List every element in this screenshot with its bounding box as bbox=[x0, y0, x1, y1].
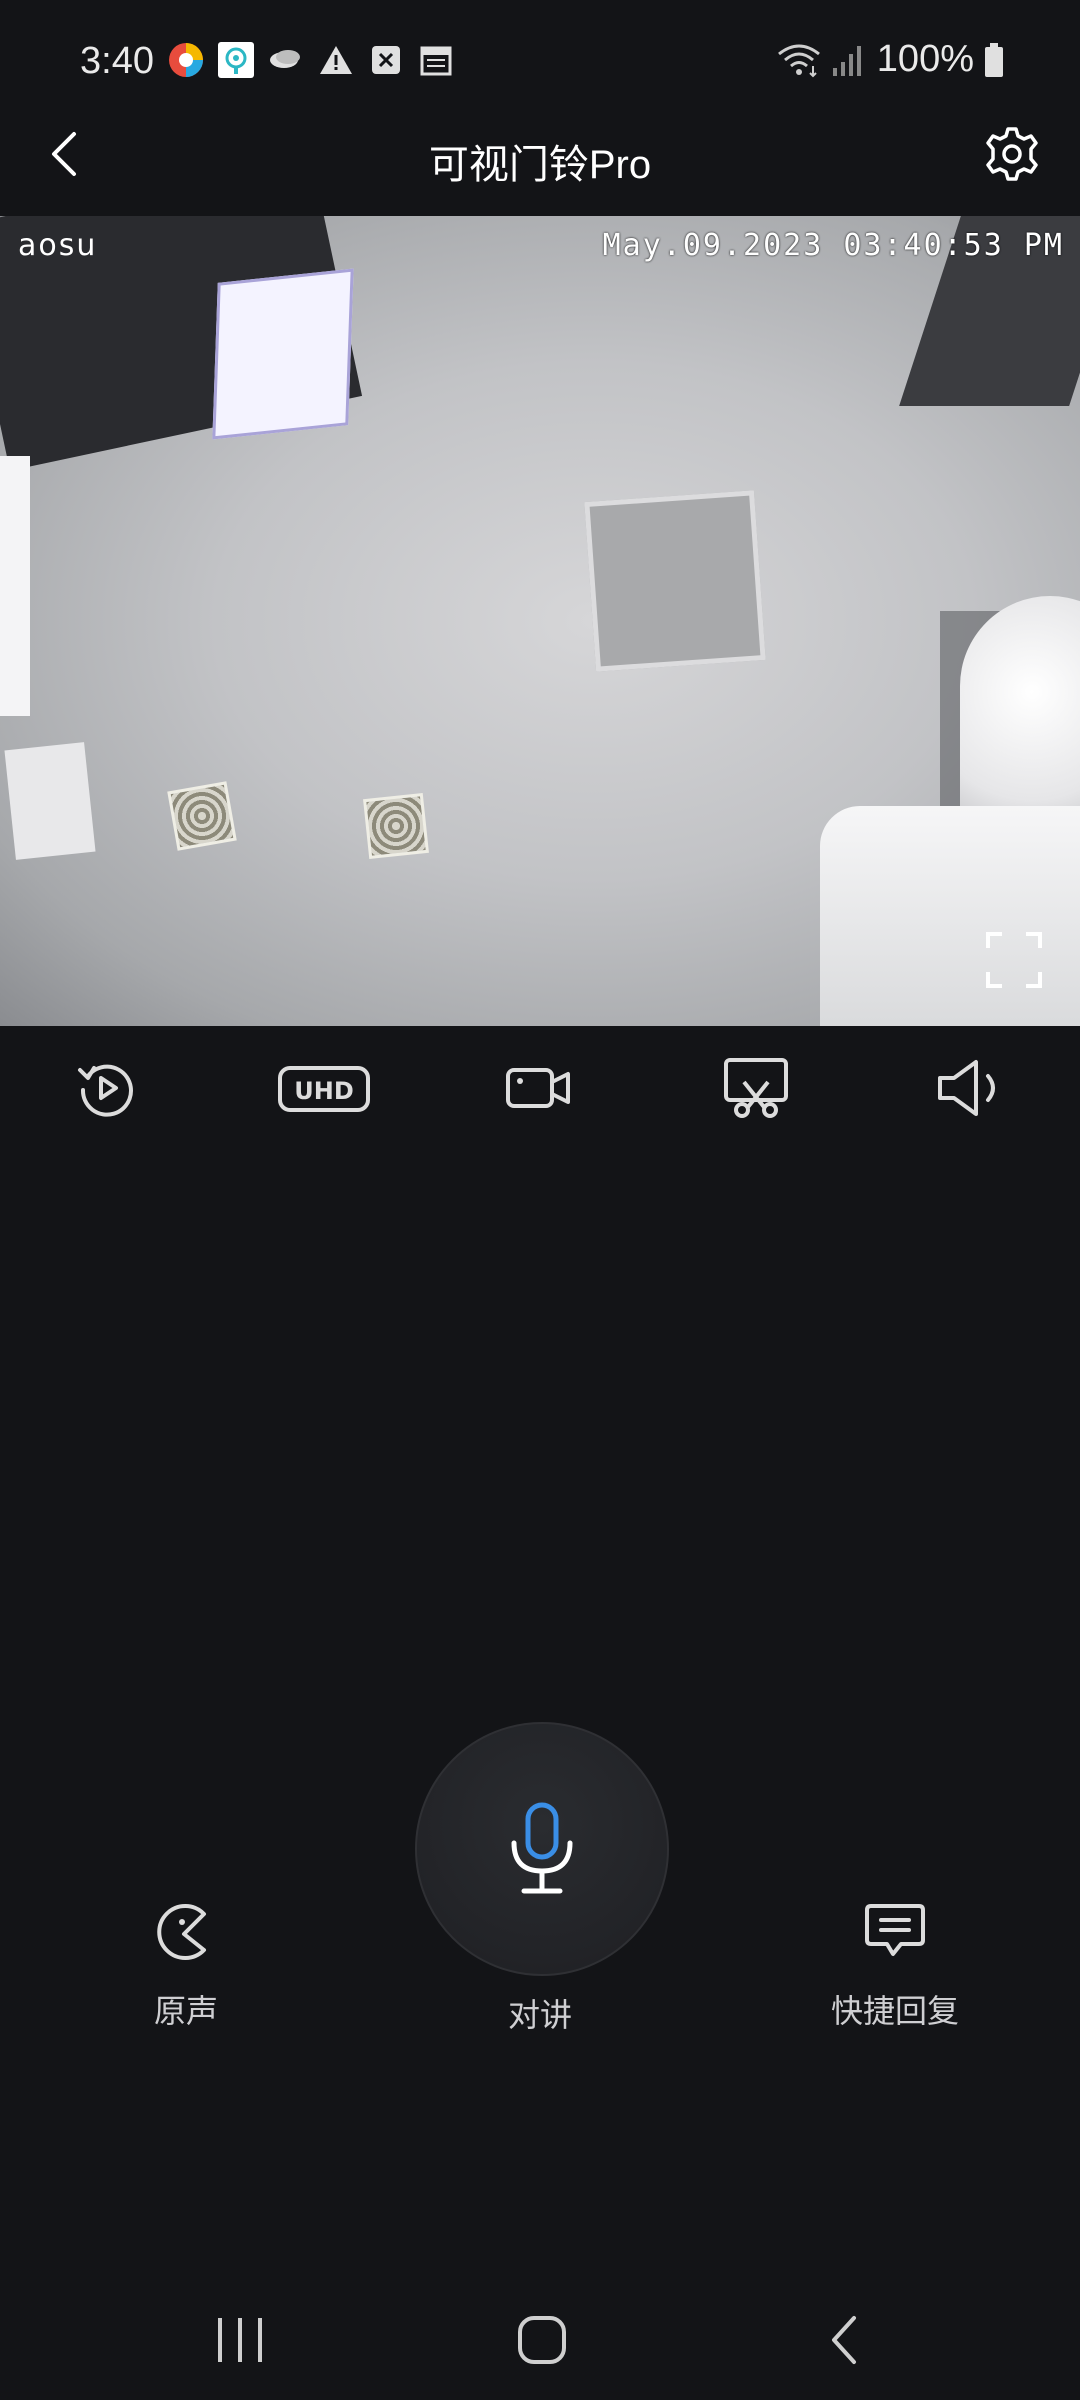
nav-back-button[interactable] bbox=[816, 2310, 876, 2370]
replay-icon bbox=[78, 1064, 133, 1117]
quality-label: UHD bbox=[294, 1077, 354, 1105]
record-button[interactable] bbox=[504, 1056, 574, 1120]
fullscreen-icon bbox=[986, 932, 1042, 988]
settings-button[interactable] bbox=[982, 124, 1042, 184]
video-brand-watermark: aosu bbox=[18, 228, 98, 263]
calendar-icon bbox=[418, 42, 454, 78]
home-button[interactable] bbox=[512, 2310, 572, 2370]
video-scene-robot-base bbox=[820, 806, 1080, 1026]
notification-icons bbox=[168, 42, 454, 78]
video-camera-icon bbox=[506, 1068, 570, 1108]
video-scene-wall-panel bbox=[584, 490, 766, 672]
back-arrow-icon bbox=[832, 2316, 856, 2364]
video-timestamp: May.09.2023 03:40:53 PM bbox=[602, 228, 1064, 263]
speaker-icon bbox=[938, 1060, 995, 1116]
original-voice-label: 原声 bbox=[153, 1992, 218, 2030]
fullscreen-button[interactable] bbox=[984, 930, 1044, 990]
gear-icon bbox=[986, 127, 1038, 181]
color-app-icon bbox=[168, 42, 204, 78]
original-voice-button[interactable]: 原声 bbox=[76, 1900, 296, 2032]
battery-icon bbox=[985, 42, 1003, 77]
sound-toggle-button[interactable] bbox=[936, 1056, 1006, 1120]
location-app-icon bbox=[218, 42, 254, 78]
battery-percentage: 100% bbox=[876, 38, 974, 80]
signal-icon bbox=[832, 45, 861, 76]
talk-button[interactable] bbox=[415, 1722, 669, 1976]
cloud-app-icon bbox=[268, 42, 304, 78]
close-box-icon bbox=[368, 42, 404, 78]
home-icon bbox=[518, 2316, 566, 2364]
video-scene-robot bbox=[960, 596, 1080, 836]
quality-uhd-button[interactable]: UHD bbox=[276, 1056, 372, 1120]
video-scene-window-2 bbox=[4, 742, 96, 860]
recent-apps-button[interactable] bbox=[210, 2310, 270, 2370]
app-bar: 可视门铃Pro bbox=[0, 127, 1080, 216]
video-scene-window bbox=[0, 456, 30, 716]
wifi-icon bbox=[777, 44, 820, 77]
scissors-icon bbox=[724, 1058, 788, 1118]
video-scene-vent bbox=[363, 793, 429, 859]
chat-bubble-icon bbox=[865, 1904, 925, 1956]
page-title: 可视门铃Pro bbox=[428, 143, 652, 187]
system-nav-bar bbox=[0, 2280, 1080, 2400]
video-scene-vent bbox=[167, 781, 237, 851]
status-bar: 3:40 100% bbox=[0, 0, 1080, 128]
quick-reply-label: 快捷回复 bbox=[830, 1992, 959, 2030]
status-time: 3:40 bbox=[80, 40, 154, 82]
quick-reply-button[interactable]: 快捷回复 bbox=[785, 1900, 1005, 2032]
video-scene-ceiling-light bbox=[212, 268, 354, 440]
warning-icon bbox=[318, 42, 354, 78]
video-toolbar: UHD bbox=[0, 1026, 1080, 1152]
system-status: 100% bbox=[777, 38, 1004, 81]
recent-apps-icon bbox=[218, 2318, 262, 2362]
talk-label: 对讲 bbox=[507, 1996, 572, 2034]
microphone-icon bbox=[511, 1802, 573, 1894]
playback-button[interactable] bbox=[72, 1056, 142, 1120]
screenshot-button[interactable] bbox=[722, 1056, 792, 1120]
voice-changer-icon bbox=[157, 1904, 206, 1960]
live-video-view[interactable]: aosu May.09.2023 03:40:53 PM bbox=[0, 216, 1080, 1026]
